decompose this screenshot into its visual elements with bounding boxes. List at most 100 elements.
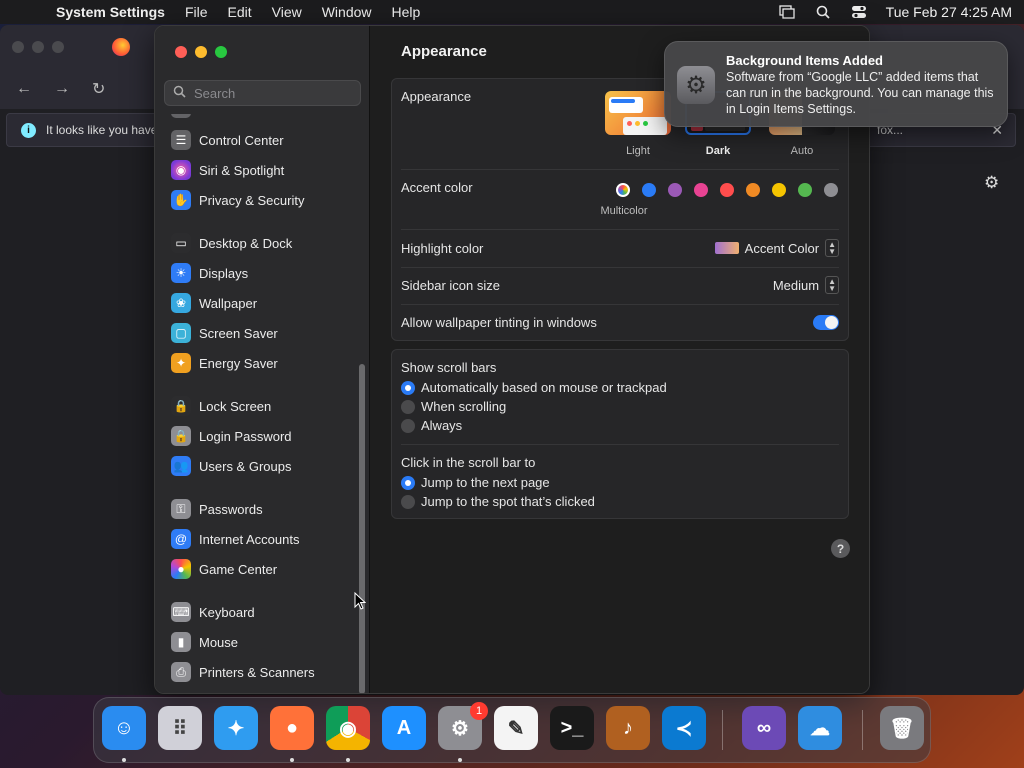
sidebar-item[interactable]: ⎙ Printers & Scanners [171, 659, 360, 685]
info-bar-text: It looks like you have [46, 123, 158, 137]
printer-icon: ⎙ [171, 662, 191, 682]
highlight-color-popup[interactable]: Accent Color ▲ ▼ [714, 239, 839, 257]
dock-launchpad-icon[interactable]: ⠿ [158, 706, 202, 750]
highlight-color-value: Accent Color [744, 240, 820, 256]
menu-file[interactable]: File [185, 4, 208, 20]
divider [401, 267, 839, 268]
radio-scroll-automatic[interactable]: Automatically based on mouse or trackpad [401, 380, 667, 395]
screen-mirroring-icon[interactable] [778, 4, 796, 20]
wallpaper-tinting-toggle[interactable] [813, 314, 839, 330]
sidebar-item-label: Login Password [199, 428, 292, 444]
minimize-window-button[interactable] [195, 46, 207, 58]
dock-garageband-icon[interactable]: ♪ [606, 706, 650, 750]
accent-swatch[interactable] [668, 183, 682, 197]
notification-banner[interactable]: ⚙ Background Items Added Software from “… [664, 41, 1008, 127]
menu-clock[interactable]: Tue Feb 27 4:25 AM [886, 4, 1012, 20]
dock-terminal-icon[interactable]: >_ [550, 706, 594, 750]
sidebar-item[interactable]: 🔒 Lock Screen [171, 393, 360, 419]
sidebar-item[interactable]: ◉ Siri & Spotlight [171, 157, 360, 183]
sidebar-item[interactable]: ⚿ Passwords [171, 496, 360, 522]
dock-vscode-icon[interactable]: ≺ [662, 706, 706, 750]
accent-swatch[interactable] [772, 183, 786, 197]
firefox-tab-icon[interactable] [112, 38, 130, 56]
search-input[interactable] [194, 85, 354, 101]
search-field[interactable] [164, 80, 361, 106]
dock-visual-studio-icon[interactable]: ∞ [742, 706, 786, 750]
sidebar-item[interactable]: ✦ Energy Saver [171, 350, 360, 376]
zoom-window-button[interactable] [215, 46, 227, 58]
browser-close-dot[interactable] [12, 41, 24, 53]
sidebar-item[interactable]: @ Internet Accounts [171, 526, 360, 552]
sidebar-item[interactable]: ❀ Wallpaper [171, 290, 360, 316]
lightbulb-icon: ✦ [171, 353, 191, 373]
control-center-icon[interactable] [850, 4, 868, 20]
sidebar-item[interactable]: 🔒 Login Password [171, 423, 360, 449]
dock-app-store-icon[interactable]: A [382, 706, 426, 750]
app-menu[interactable]: System Settings [56, 4, 165, 20]
close-window-button[interactable] [175, 46, 187, 58]
sidebar-item[interactable]: ▭ Desktop & Dock [171, 230, 360, 256]
dock-chrome-icon[interactable]: ◉ [326, 706, 370, 750]
sidebar-scrollbar[interactable] [359, 364, 365, 693]
accent-swatch[interactable] [798, 183, 812, 197]
radio-jump-to-spot[interactable]: Jump to the spot that’s clicked [401, 494, 595, 509]
running-indicator [290, 758, 294, 762]
dock-firefox-icon[interactable]: ● [270, 706, 314, 750]
chevron-updown-icon: ▲ ▼ [825, 276, 839, 294]
accent-swatch[interactable] [720, 183, 734, 197]
radio-scroll-when-scrolling[interactable]: When scrolling [401, 399, 506, 414]
radio-scroll-always[interactable]: Always [401, 418, 462, 433]
accent-swatch-multicolor[interactable] [616, 183, 630, 197]
sidebar-item[interactable]: ● Game Center [171, 556, 360, 582]
sidebar-item-label: Privacy & Security [199, 192, 305, 208]
menu-help[interactable]: Help [392, 4, 421, 20]
sidebar-item[interactable]: ☰ Control Center [171, 127, 360, 153]
radio-jump-next-page[interactable]: Jump to the next page [401, 475, 550, 490]
sidebar-item-label: Desktop & Dock [199, 235, 293, 251]
sidebar-item[interactable]: ▮ Mouse [171, 629, 360, 655]
dock-finder-icon[interactable]: ☺ [102, 706, 146, 750]
forward-icon[interactable]: → [54, 80, 70, 98]
sidebar-item[interactable]: ▢ Screen Saver [171, 320, 360, 346]
accent-swatch[interactable] [824, 183, 838, 197]
wallpaper-tinting-label: Allow wallpaper tinting in windows [401, 314, 597, 330]
sidebar-icon-size-value: Medium [772, 277, 820, 293]
sidebar-icon-size-popup[interactable]: Medium ▲ ▼ [773, 276, 839, 294]
sidebar-item-label: Users & Groups [199, 458, 292, 474]
dock-safari-icon[interactable]: ✦ [214, 706, 258, 750]
running-indicator [458, 758, 462, 762]
browser-minimize-dot[interactable] [32, 41, 44, 53]
help-button[interactable]: ? [831, 539, 850, 558]
sidebar-item[interactable]: ✋ Privacy & Security [171, 187, 360, 213]
light-mode-thumbnail[interactable] [605, 91, 671, 135]
sidebar-item-label: Energy Saver [199, 355, 278, 371]
radio-button-selected [401, 475, 415, 490]
dock-system-settings-icon[interactable]: ⚙ 1 [438, 702, 488, 750]
wallpaper-tinting-row: Allow wallpaper tinting in windows [401, 313, 839, 331]
system-settings-app-icon: ⚙ [677, 66, 715, 104]
accent-swatch[interactable] [642, 183, 656, 197]
sidebar-item[interactable]: ⌨ Keyboard [171, 599, 360, 625]
divider [401, 169, 839, 170]
dock-trash-icon[interactable]: 🗑 [880, 706, 924, 750]
sidebar-item[interactable]: 👥 Users & Groups [171, 453, 360, 479]
accent-swatch[interactable] [746, 183, 760, 197]
dock-weather-icon[interactable]: ☁ [798, 706, 842, 750]
sidebar-item[interactable]: ☀ Displays [171, 260, 360, 286]
reload-icon[interactable]: ↻ [92, 79, 105, 99]
browser-zoom-dot[interactable] [52, 41, 64, 53]
back-icon[interactable]: ← [16, 80, 32, 98]
menu-bar: System Settings File Edit View Window He… [0, 0, 1024, 24]
menu-edit[interactable]: Edit [228, 4, 252, 20]
partial-sidebar-icon [171, 114, 191, 118]
menu-view[interactable]: View [272, 4, 302, 20]
sidebar-item-label: Keyboard [199, 604, 255, 620]
menu-window[interactable]: Window [322, 4, 372, 20]
accent-swatch[interactable] [694, 183, 708, 197]
gear-icon[interactable]: ⚙ [984, 173, 999, 193]
dock-textedit-icon[interactable]: ✎ [494, 706, 538, 750]
dark-mode-label: Dark [705, 145, 731, 157]
spotlight-icon[interactable] [814, 4, 832, 20]
sun-icon: ☀ [171, 263, 191, 283]
control-center-icon: ☰ [171, 130, 191, 150]
